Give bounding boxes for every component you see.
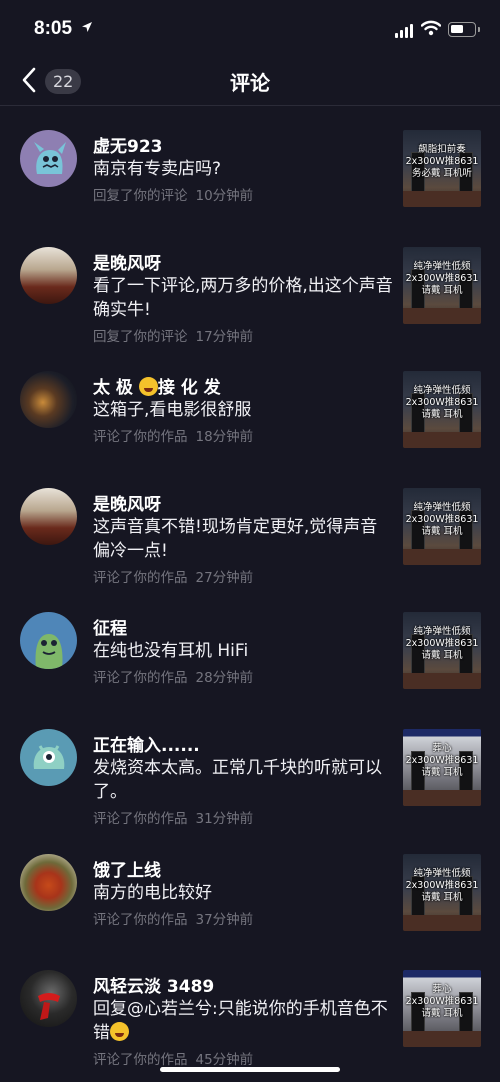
comment-time: 37分钟前: [195, 912, 254, 928]
comment-text: 回复@心若兰兮:只能说你的手机音色不错: [93, 997, 393, 1045]
status-time: 8:05: [34, 18, 73, 39]
location-arrow-icon: [82, 22, 92, 32]
tongue-emoji-icon: [138, 377, 158, 396]
comment-text: 南京有专卖店吗?: [93, 159, 222, 179]
comment-action: 评论了你的作品: [93, 570, 188, 586]
comment-text: 发烧资本太高。正常几千块的听就可以了。: [93, 758, 382, 802]
hotpot-avatar[interactable]: [20, 854, 77, 911]
comment-username[interactable]: 是晚风呀: [93, 490, 161, 515]
comment-text: 这声音真不错!现场肯定更好,觉得声音偏冷一点!: [93, 517, 378, 561]
comment-time: 27分钟前: [195, 570, 254, 586]
room-avatar[interactable]: [20, 247, 77, 304]
comment-meta: 评论了你的作品 28分钟前: [93, 666, 253, 686]
battery-icon: [448, 22, 480, 37]
thumbnail-caption: 纯净弹性低频 2x300W推8631 请戴 耳机: [405, 502, 479, 537]
comment-action: 评论了你的作品: [93, 1052, 188, 1068]
comment-text: 南方的电比较好: [93, 883, 212, 903]
comment-meta: 评论了你的作品 31分钟前: [93, 807, 253, 827]
video-thumbnail[interactable]: 纯净弹性低频 2x300W推8631 请戴 耳机: [403, 488, 481, 565]
comment-action: 回复了你的评论: [93, 329, 188, 345]
comment-meta: 评论了你的作品 45分钟前: [93, 1048, 253, 1068]
comment-username[interactable]: 太 极 接 化 发: [93, 373, 221, 398]
comment-username[interactable]: 征程: [93, 614, 127, 639]
city-night-avatar[interactable]: [20, 371, 77, 428]
video-thumbnail[interactable]: 葬心 2x300W推8631 请戴 耳机: [403, 970, 481, 1047]
comment-time: 17分钟前: [195, 329, 254, 345]
comment-text: 这箱子,看电影很舒服: [93, 400, 252, 420]
comment-action: 评论了你的作品: [93, 429, 188, 445]
thumbnail-caption: 飙脂扣前奏 2x300W推8631 务必戴 耳机听: [405, 144, 479, 179]
comment-text: 看了一下评论,两万多的价格,出这个声音确实牛!: [93, 276, 393, 320]
thumbnail-caption: 葬心 2x300W推8631 请戴 耳机: [405, 743, 479, 778]
video-thumbnail[interactable]: 纯净弹性低频 2x300W推8631 请戴 耳机: [403, 247, 481, 324]
thumbnail-caption: 纯净弹性低频 2x300W推8631 请戴 耳机: [405, 626, 479, 661]
comment-meta: 评论了你的作品 37分钟前: [93, 908, 253, 928]
comment-meta: 回复了你的评论 17分钟前: [93, 325, 253, 345]
comment-action: 评论了你的作品: [93, 670, 188, 686]
comment-time: 45分钟前: [195, 1052, 254, 1068]
video-thumbnail[interactable]: 飙脂扣前奏 2x300W推8631 务必戴 耳机听: [403, 130, 481, 207]
room-avatar[interactable]: [20, 488, 77, 545]
thumbnail-caption: 纯净弹性低频 2x300W推8631 请戴 耳机: [405, 385, 479, 420]
video-thumbnail[interactable]: 纯净弹性低频 2x300W推8631 请戴 耳机: [403, 854, 481, 931]
page-title: 评论: [230, 71, 270, 95]
thumbnail-caption: 葬心 2x300W推8631 请戴 耳机: [405, 984, 479, 1019]
comment-username[interactable]: 饿了上线: [93, 856, 161, 881]
comment-action: 回复了你的评论: [93, 188, 188, 204]
comment-time: 31分钟前: [195, 811, 254, 827]
video-thumbnail[interactable]: 纯净弹性低频 2x300W推8631 请戴 耳机: [403, 612, 481, 689]
comment-meta: 评论了你的作品 18分钟前: [93, 425, 253, 445]
comment-username[interactable]: 正在输入......: [93, 731, 200, 756]
comment-time: 10分钟前: [195, 188, 254, 204]
thumbnail-caption: 纯净弹性低频 2x300W推8631 请戴 耳机: [405, 868, 479, 903]
comment-time: 28分钟前: [195, 670, 254, 686]
laughing-emoji-icon: [110, 1022, 129, 1041]
comment-text: 在纯也没有耳机 HiFi: [93, 641, 249, 661]
comment-text-body: 回复@心若兰兮:只能说你的手机音色不错: [93, 999, 388, 1043]
comment-meta: 回复了你的评论 10分钟前: [93, 184, 253, 204]
status-bar: 8:05: [0, 0, 500, 58]
username-part: 太 极: [93, 378, 133, 398]
red-scarf-avatar[interactable]: [20, 970, 77, 1027]
comment-time: 18分钟前: [195, 429, 254, 445]
wifi-icon: [421, 20, 441, 36]
username-suffix: 接 化 发: [157, 378, 221, 398]
video-thumbnail[interactable]: 纯净弹性低频 2x300W推8631 请戴 耳机: [403, 371, 481, 448]
video-thumbnail[interactable]: 葬心 2x300W推8631 请戴 耳机: [403, 729, 481, 806]
comment-username[interactable]: 风轻云淡 3489: [93, 972, 214, 997]
monster-avatar[interactable]: [20, 130, 77, 187]
home-indicator[interactable]: [160, 1067, 340, 1072]
comment-action: 评论了你的作品: [93, 912, 188, 928]
comment-username[interactable]: 是晚风呀: [93, 249, 161, 274]
green-monster-avatar[interactable]: [20, 612, 77, 669]
comment-meta: 评论了你的作品 27分钟前: [93, 566, 253, 586]
teal-monster-avatar[interactable]: [20, 729, 77, 786]
comment-action: 评论了你的作品: [93, 811, 188, 827]
thumbnail-caption: 纯净弹性低频 2x300W推8631 请戴 耳机: [405, 261, 479, 296]
comment-username[interactable]: 虚无923: [93, 132, 163, 157]
cellular-signal-icon: [395, 24, 413, 38]
nav-bar: 22 评论: [0, 58, 500, 106]
